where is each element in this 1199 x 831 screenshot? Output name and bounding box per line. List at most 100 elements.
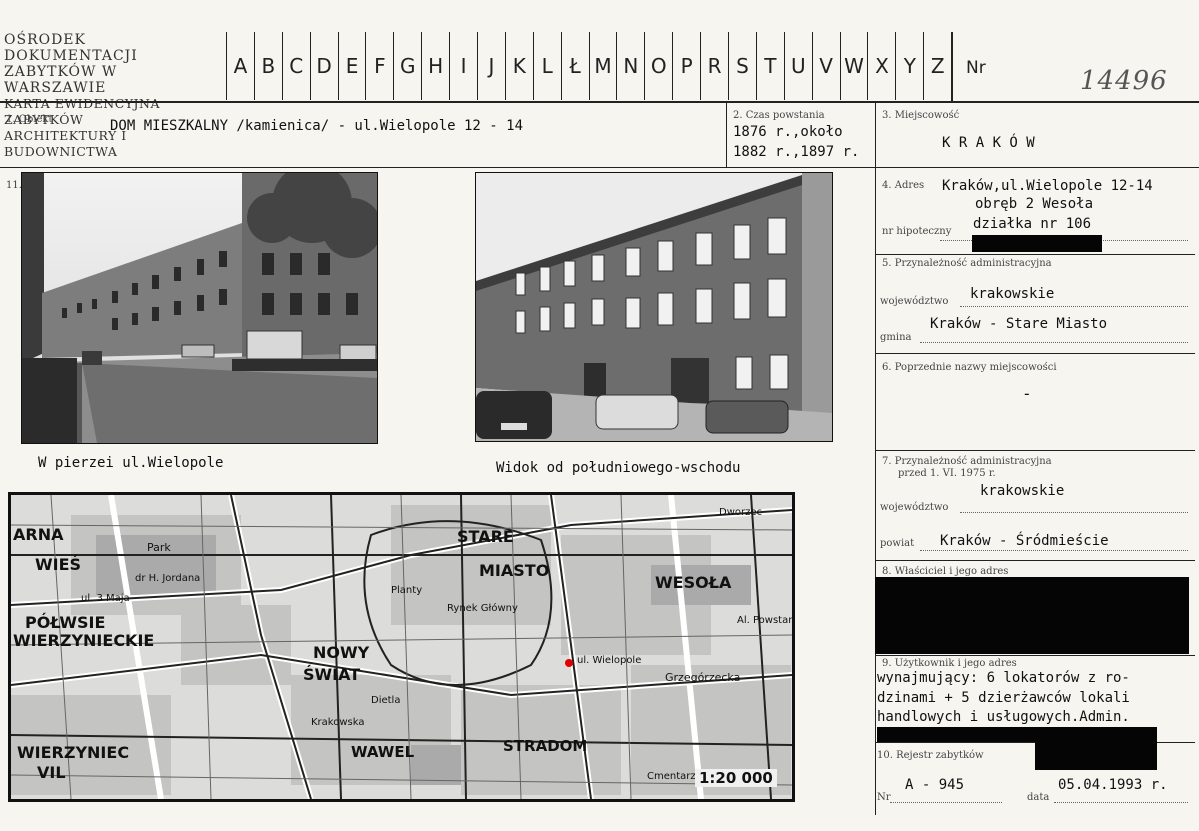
alphabet-letter: L <box>532 32 561 100</box>
register-date: 05.04.1993 r. <box>1058 777 1168 793</box>
previous-names-label: 6. Poprzednie nazwy miejscowości <box>882 362 1057 373</box>
redaction-bar <box>1035 742 1157 770</box>
redaction-bar <box>875 577 1189 654</box>
mortgage-label: nr hipoteczny <box>882 226 952 237</box>
alphabet-letter: Y <box>895 32 923 100</box>
institution-header: OŚRODEK DOKUMENTACJI ZABYTKÓW W WARSZAWI… <box>4 32 222 160</box>
alphabet-letter: D <box>309 32 338 100</box>
creation-time-label: 2. Czas powstania <box>733 110 825 121</box>
map-label: WAWEL <box>351 743 415 761</box>
alphabet-letter: M <box>588 32 617 100</box>
admin-before-label-2: przed 1. VI. 1975 r. <box>898 468 996 479</box>
fill-line <box>960 306 1188 307</box>
commune-value: Kraków - Stare Miasto <box>930 316 1108 332</box>
map-label: MIASTO <box>479 561 550 580</box>
redaction-bar <box>877 727 1157 742</box>
voivodeship-label: województwo <box>880 296 949 307</box>
map-label: ARNA <box>13 525 64 544</box>
building-photo-image <box>476 173 832 441</box>
user-line-2: dzinami + 5 dzierżawców lokali <box>877 690 1130 706</box>
row-rule <box>875 560 1195 561</box>
address-line-1: Kraków,ul.Wielopole 12-14 <box>942 178 1153 194</box>
user-line-3: handlowych i usługowych.Admin. <box>877 709 1130 725</box>
alphabet-letter: G <box>393 32 421 100</box>
fill-line <box>1054 802 1188 803</box>
map-label: STRADOM <box>503 737 588 755</box>
district-value: Kraków - Śródmieście <box>940 533 1109 549</box>
map-label: ul. 3 Maja <box>81 593 130 604</box>
map-label: ŚWIAT <box>303 665 361 684</box>
alphabet-letter: N <box>616 32 644 100</box>
object-value: DOM MIESZKALNY /kamienica/ - ul.Wielopol… <box>110 118 524 134</box>
user-label: 9. Użytkownik i jego adres <box>882 658 1017 669</box>
map-label: Park <box>147 541 171 554</box>
fill-line <box>890 802 1002 803</box>
map-label: PÓŁWSIE <box>25 613 106 632</box>
alphabet-letter: O <box>644 32 672 100</box>
map-label: ul. Wielopole <box>577 655 642 666</box>
object-label: 1. Obiekt <box>6 114 53 125</box>
alphabet-letter: F <box>365 32 393 100</box>
owner-label: 8. Właściciel i jego adres <box>882 566 1009 577</box>
commune-label: gmina <box>880 332 912 343</box>
alphabet-letter: K <box>504 32 533 100</box>
creation-time-line-1: 1876 r.,około <box>733 124 843 140</box>
fill-line <box>920 342 1188 343</box>
row-rule <box>875 353 1195 354</box>
row-rule <box>875 655 1195 656</box>
map-label: Al. Powstania Warszawskiego <box>737 615 795 626</box>
map-label: WIEŚ <box>35 555 82 574</box>
register-nr-label: Nr <box>877 792 891 803</box>
alphabet-letter: J <box>477 32 505 100</box>
divider <box>951 32 953 102</box>
alphabet-letter: A <box>226 32 254 100</box>
admin-before-voivodeship: krakowskie <box>980 483 1065 499</box>
redaction-bar <box>972 235 1102 252</box>
map-label: VIL <box>37 763 66 782</box>
alphabet-letter: W <box>839 32 868 100</box>
admin-current-label: 5. Przynależność administracyjna <box>882 258 1052 269</box>
alphabet-letter: I <box>449 32 477 100</box>
map-scale: 1:20 000 <box>695 769 777 787</box>
building-photo <box>475 172 833 442</box>
location-marker <box>565 659 573 667</box>
institution-line-2: ZABYTKÓW W WARSZAWIE <box>4 64 118 96</box>
address-label: 4. Adres <box>882 180 925 191</box>
map-label: Rynek Główny <box>447 603 518 614</box>
header-rule <box>0 101 1199 103</box>
right-column-divider <box>875 103 876 815</box>
locality-value: K R A K Ó W <box>942 135 1035 151</box>
institution-line-1: OŚRODEK DOKUMENTACJI <box>4 32 138 64</box>
divider <box>726 103 727 167</box>
user-line-1: wynajmujący: 6 lokatorów z ro- <box>877 670 1130 686</box>
number-label: Nr <box>966 58 986 78</box>
map-label: dr H. Jordana <box>135 573 201 584</box>
map-label: Grzegórzecka <box>665 671 741 684</box>
register-number: A - 945 <box>905 777 965 793</box>
map-label: WESOŁA <box>655 573 732 592</box>
alphabet-letter: S <box>728 32 756 100</box>
alphabet-letter: X <box>867 32 895 100</box>
map-label: Krakowska <box>311 717 365 728</box>
inventory-card: OŚRODEK DOKUMENTACJI ZABYTKÓW W WARSZAWI… <box>0 0 1199 831</box>
alphabet-index: ABCDEFGHIJKLŁMNOPRSTUVWXYZ <box>226 32 951 100</box>
alphabet-letter: H <box>421 32 449 100</box>
district-label: powiat <box>880 538 915 549</box>
alphabet-letter: Ł <box>560 32 589 100</box>
alphabet-letter: Z <box>923 32 951 100</box>
address-line-2: obręb 2 Wesoła <box>975 196 1094 212</box>
street-photo <box>21 172 378 444</box>
location-map: ARNA WIEŚ PÓŁWSIE WIERZYNIECKIE WIERZYNI… <box>8 492 795 802</box>
map-label: Dworzec <box>719 507 763 518</box>
previous-names-value: - <box>1022 384 1032 403</box>
alphabet-letter: T <box>755 32 784 100</box>
map-label: STARE <box>457 527 514 546</box>
creation-time-line-2: 1882 r.,1897 r. <box>733 144 860 160</box>
map-label: Dietla <box>371 695 401 706</box>
register-label: 10. Rejestr zabytków <box>877 750 984 761</box>
handwritten-number: 14496 <box>1080 66 1168 96</box>
fill-line <box>960 512 1188 513</box>
photos-label: 11. <box>6 180 22 191</box>
photo1-caption: W pierzei ul.Wielopole <box>38 455 224 471</box>
fill-line <box>920 550 1188 551</box>
